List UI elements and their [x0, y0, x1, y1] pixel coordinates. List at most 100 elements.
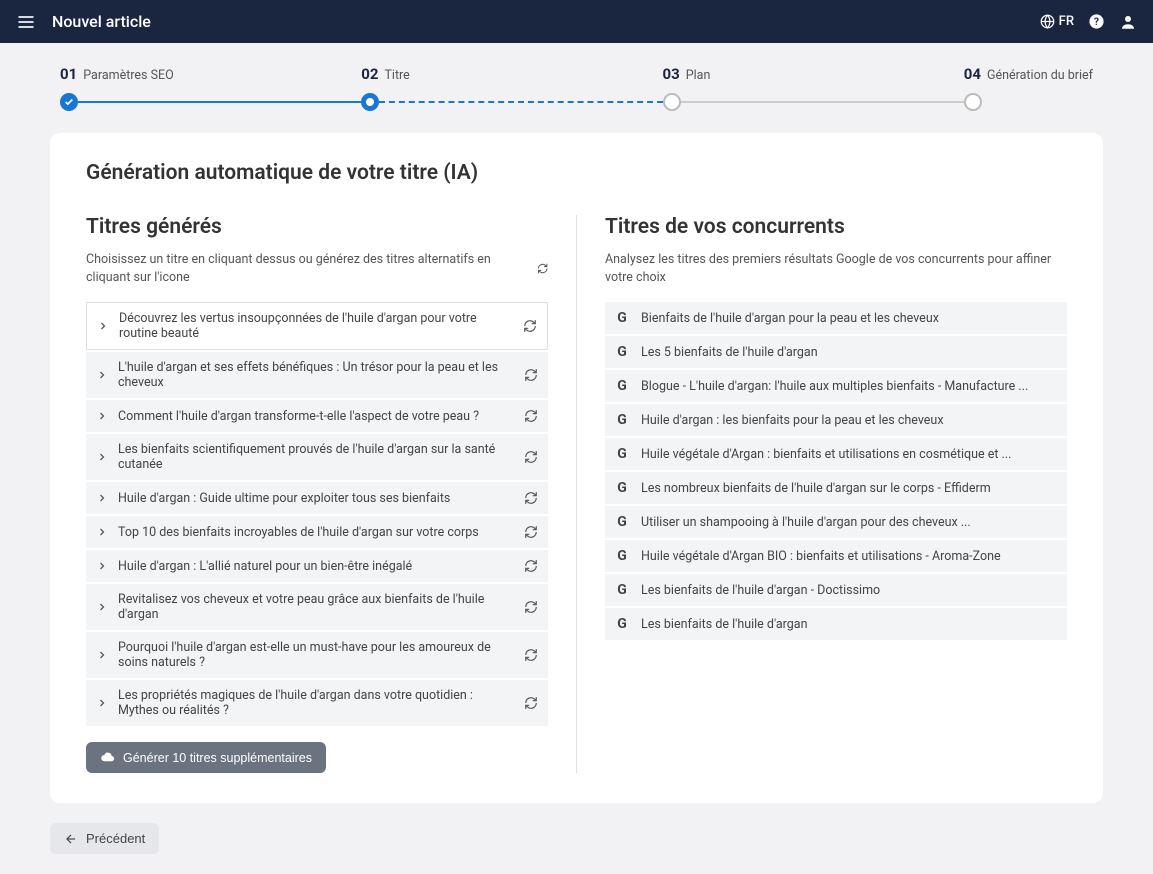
google-icon: G: [615, 412, 629, 428]
progress-stepper: 01 Paramètres SEO 02 Titre 03 Plan: [0, 43, 1153, 133]
step-connector: [379, 101, 662, 103]
generated-title-text: Top 10 des bienfaits incroyables de l'hu…: [118, 525, 514, 540]
google-icon: G: [615, 446, 629, 462]
generated-title-text: L'huile d'argan et ses effets bénéfiques…: [118, 360, 514, 390]
competitor-title-item[interactable]: G Blogue - L'huile d'argan: l'huile aux m…: [605, 370, 1067, 402]
refresh-icon[interactable]: [524, 696, 538, 710]
competitor-title-text: Les bienfaits de l'huile d'argan - Docti…: [641, 583, 880, 598]
generated-titles-column: Titres générés Choisissez un titre en cl…: [86, 215, 548, 773]
competitor-title-item[interactable]: G Huile végétale d'Argan BIO : bienfaits …: [605, 540, 1067, 572]
refresh-icon[interactable]: [524, 525, 538, 539]
step-number: 04: [964, 65, 981, 83]
chevron-right-icon: [96, 560, 108, 572]
google-icon: G: [615, 548, 629, 564]
generated-heading: Titres générés: [86, 215, 548, 239]
generated-title-item[interactable]: Les bienfaits scientifiquement prouvés d…: [86, 434, 548, 480]
step-connector: [681, 101, 964, 103]
back-button[interactable]: Précédent: [50, 823, 159, 854]
google-icon: G: [615, 514, 629, 530]
google-icon: G: [615, 310, 629, 326]
chevron-right-icon: [97, 320, 109, 332]
generated-title-item[interactable]: Huile d'argan : Guide ultime pour exploi…: [86, 482, 548, 514]
arrow-left-icon: [64, 832, 78, 846]
generated-title-item[interactable]: Revitalisez vos cheveux et votre peau gr…: [86, 584, 548, 630]
competitor-title-item[interactable]: GLes nombreux bienfaits de l'huile d'arg…: [605, 472, 1067, 504]
competitor-title-text: Les nombreux bienfaits de l'huile d'arga…: [641, 481, 991, 496]
step-1[interactable]: 01 Paramètres SEO: [60, 65, 361, 111]
competitor-title-text: Huile végétale d'Argan BIO : bienfaits e…: [641, 549, 1001, 564]
step-label: Titre: [384, 68, 409, 83]
competitor-title-text: Huile d'argan : les bienfaits pour la pe…: [641, 413, 944, 428]
competitor-titles-column: Titres de vos concurrents Analysez les t…: [605, 215, 1067, 773]
generated-title-item[interactable]: Pourquoi l'huile d'argan est-elle un mus…: [86, 632, 548, 678]
generated-title-item[interactable]: L'huile d'argan et ses effets bénéfiques…: [86, 352, 548, 398]
back-label: Précédent: [86, 831, 145, 846]
chevron-right-icon: [96, 369, 108, 381]
competitor-title-item[interactable]: G Huile d'argan : les bienfaits pour la p…: [605, 404, 1067, 436]
step-label: Paramètres SEO: [83, 68, 174, 83]
cloud-icon: [100, 750, 115, 765]
chevron-right-icon: [96, 526, 108, 538]
generated-subtitle-row: Choisissez un titre en cliquant dessus o…: [86, 251, 548, 286]
competitor-title-item[interactable]: GLes bienfaits de l'huile d'argan: [605, 608, 1067, 640]
competitor-title-text: Les 5 bienfaits de l'huile d'argan: [641, 345, 818, 360]
svg-text:?: ?: [1094, 17, 1099, 28]
step-label: Génération du brief: [987, 68, 1093, 83]
competitor-title-item[interactable]: G Les 5 bienfaits de l'huile d'argan: [605, 336, 1067, 368]
google-icon: G: [615, 378, 629, 394]
step-number: 02: [361, 65, 378, 83]
generated-title-item[interactable]: Top 10 des bienfaits incroyables de l'hu…: [86, 516, 548, 548]
chevron-right-icon: [96, 601, 108, 613]
competitor-title-item[interactable]: G Les bienfaits de l'huile d'argan - Doct…: [605, 574, 1067, 606]
chevron-right-icon: [96, 492, 108, 504]
globe-icon: [1040, 14, 1055, 29]
google-icon: G: [615, 582, 629, 598]
menu-icon[interactable]: [16, 12, 36, 32]
chevron-right-icon: [96, 697, 108, 709]
step-connector: [78, 101, 361, 103]
step-3[interactable]: 03 Plan: [663, 65, 964, 111]
generated-title-text: Pourquoi l'huile d'argan est-elle un mus…: [118, 640, 514, 670]
generate-more-button[interactable]: Générer 10 titres supplémentaires: [86, 742, 326, 773]
language-selector[interactable]: FR: [1040, 14, 1074, 29]
competitor-title-item[interactable]: G Bienfaits de l'huile d'argan pour la pe…: [605, 302, 1067, 334]
step-4[interactable]: 04 Génération du brief: [964, 65, 1093, 111]
refresh-icon[interactable]: [524, 648, 538, 662]
refresh-icon[interactable]: [524, 409, 538, 423]
competitors-heading: Titres de vos concurrents: [605, 215, 1067, 239]
competitors-subtitle: Analysez les titres des premiers résulta…: [605, 251, 1067, 286]
language-label: FR: [1059, 14, 1074, 29]
generated-title-text: Huile d'argan : L'allié naturel pour un …: [118, 559, 514, 574]
competitor-title-text: Utiliser un shampooing à l'huile d'argan…: [641, 515, 971, 530]
chevron-right-icon: [96, 649, 108, 661]
refresh-icon[interactable]: [524, 600, 538, 614]
generated-title-item[interactable]: Les propriétés magiques de l'huile d'arg…: [86, 680, 548, 726]
generated-title-text: Les propriétés magiques de l'huile d'arg…: [118, 688, 514, 718]
refresh-icon[interactable]: [524, 559, 538, 573]
refresh-icon[interactable]: [523, 319, 537, 333]
refresh-icon[interactable]: [524, 491, 538, 505]
generated-title-item[interactable]: Découvrez les vertus insoupçonnées de l'…: [86, 302, 548, 350]
competitor-title-item[interactable]: G Huile végétale d'Argan : bienfaits et u…: [605, 438, 1067, 470]
generated-titles-list: Découvrez les vertus insoupçonnées de l'…: [86, 302, 548, 726]
check-icon: [64, 97, 74, 107]
competitor-titles-list: G Bienfaits de l'huile d'argan pour la pe…: [605, 302, 1067, 640]
google-icon: G: [615, 344, 629, 360]
column-divider: [576, 215, 577, 773]
refresh-icon[interactable]: [524, 368, 538, 382]
google-icon: G: [615, 616, 629, 632]
competitor-title-item[interactable]: G Utiliser un shampooing à l'huile d'arga…: [605, 506, 1067, 538]
step-2[interactable]: 02 Titre: [361, 65, 662, 111]
help-icon[interactable]: ?: [1088, 13, 1105, 30]
main-panel: Génération automatique de votre titre (I…: [50, 133, 1103, 803]
generated-title-item[interactable]: Comment l'huile d'argan transforme-t-ell…: [86, 400, 548, 432]
competitor-title-text: Bienfaits de l'huile d'argan pour la pea…: [641, 311, 939, 326]
user-icon[interactable]: [1119, 13, 1137, 31]
competitor-title-text: Huile végétale d'Argan : bienfaits et ut…: [641, 447, 1011, 462]
competitor-title-text: Blogue - L'huile d'argan: l'huile aux mu…: [641, 379, 1028, 394]
main-heading: Génération automatique de votre titre (I…: [86, 161, 1067, 185]
top-bar: Nouvel article FR ?: [0, 0, 1153, 43]
step-number: 03: [663, 65, 680, 83]
refresh-icon[interactable]: [524, 450, 538, 464]
generated-title-item[interactable]: Huile d'argan : L'allié naturel pour un …: [86, 550, 548, 582]
